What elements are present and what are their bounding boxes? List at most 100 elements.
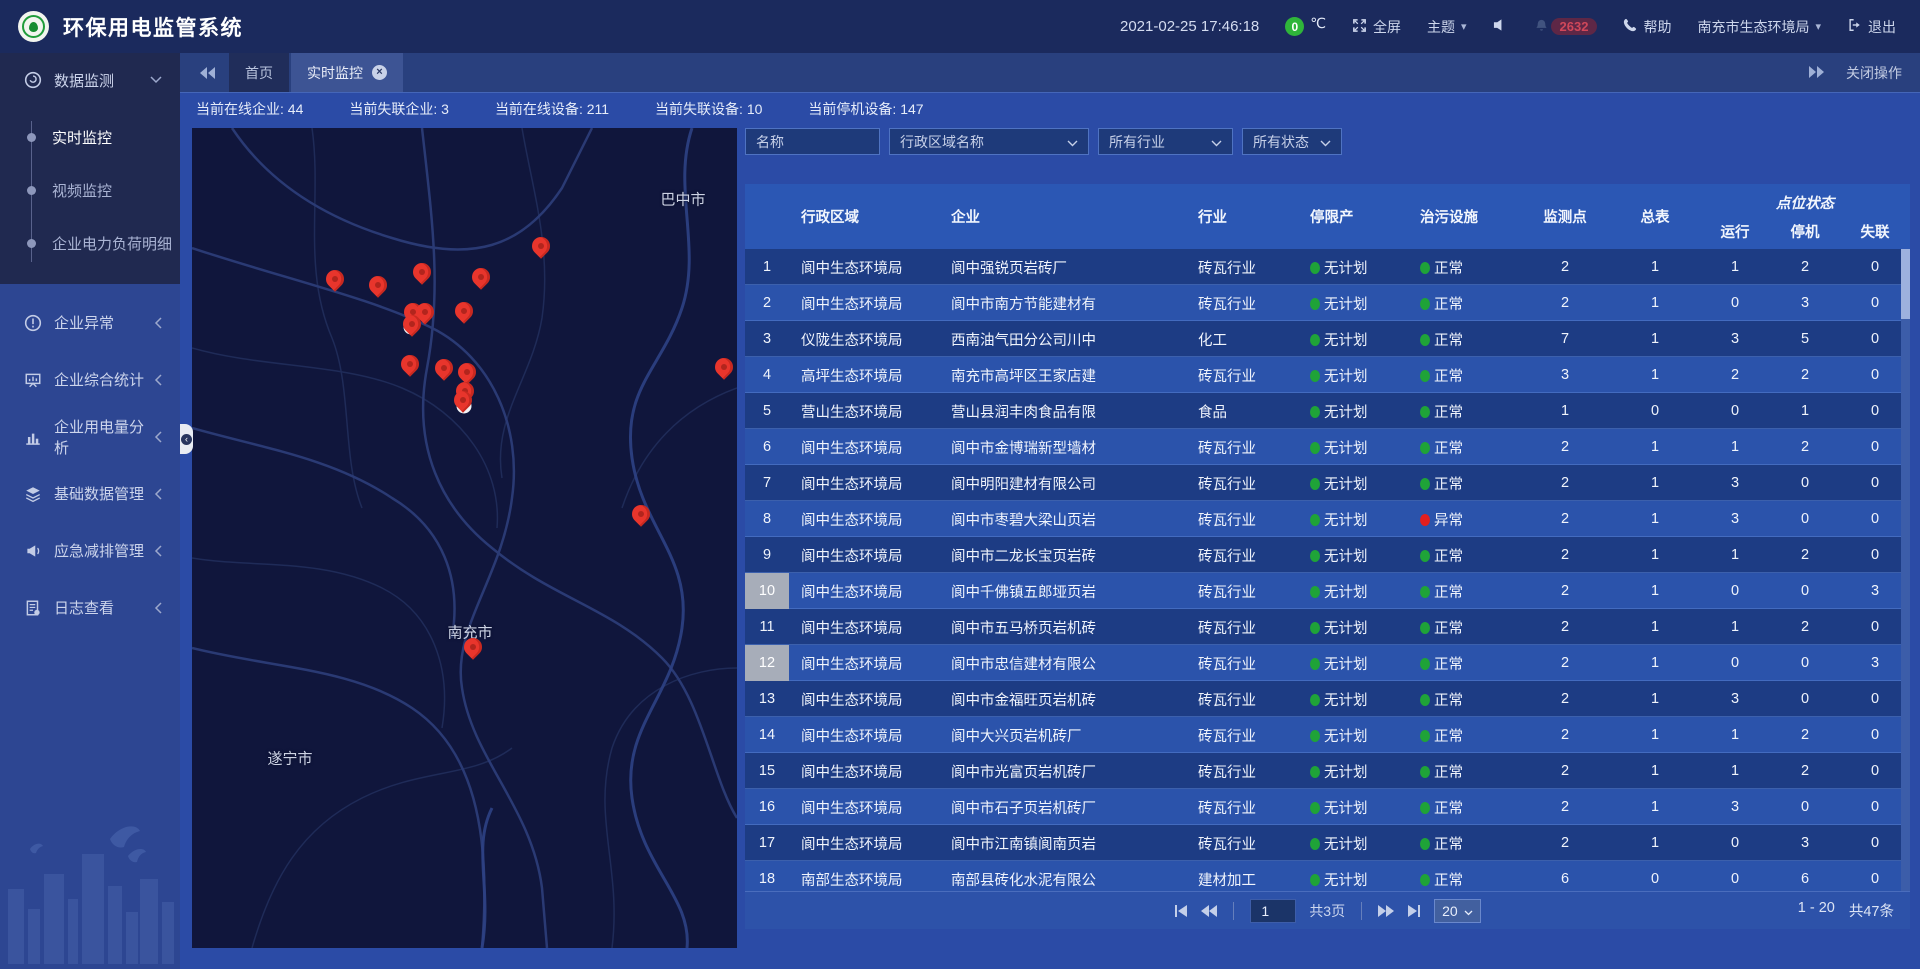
sidebar-item[interactable]: 企业用电量分析 [0,408,180,465]
table-row[interactable]: 17 阆中生态环境局 阆中市江南镇阆南页岩 砖瓦行业 无计划 正常 2 1 0 … [745,825,1910,861]
cell-meters: 1 [1610,583,1700,599]
table-row[interactable]: 18 南部生态环境局 南部县砖化水泥有限公 建材加工 无计划 正常 6 0 0 … [745,861,1910,891]
tab[interactable]: 首页 [229,53,289,92]
last-page-button[interactable] [1407,905,1421,917]
cell-company: 阆中明阳建材有限公司 [939,473,1186,494]
cell-region: 阆中生态环境局 [789,761,939,782]
tab-close-icon[interactable]: × [372,65,387,80]
cell-region: 阆中生态环境局 [789,509,939,530]
row-number: 16 [745,789,789,825]
sidebar-item[interactable]: 应急减排管理 [0,522,180,579]
sidebar-item[interactable]: 基础数据管理 [0,465,180,522]
status-dot-icon [1310,442,1320,454]
first-page-button[interactable] [1174,905,1188,917]
sidebar-item[interactable]: 企业异常 [0,294,180,351]
region-filter-select[interactable]: 行政区域名称 [889,128,1089,155]
column-header: 行政区域 [789,184,939,249]
cell-company: 西南油气田分公司川中 [939,329,1186,350]
table-row[interactable]: 11 阆中生态环境局 阆中市五马桥页岩机砖 砖瓦行业 无计划 正常 2 1 1 … [745,609,1910,645]
cell-points: 2 [1520,259,1610,275]
theme-dropdown[interactable]: 主题 ▾ [1427,17,1467,37]
cell-offline: 0 [1840,871,1910,887]
table-row[interactable]: 16 阆中生态环境局 阆中市石子页岩机砖厂 砖瓦行业 无计划 正常 2 1 3 … [745,789,1910,825]
row-number: 10 [745,573,789,609]
next-page-button[interactable] [1378,905,1394,917]
cell-industry: 砖瓦行业 [1186,725,1298,746]
table-row[interactable]: 1 阆中生态环境局 阆中强锐页岩砖厂 砖瓦行业 无计划 正常 2 1 1 2 0 [745,249,1910,285]
table-row[interactable]: 10 阆中生态环境局 阆中千佛镇五郎垭页岩 砖瓦行业 无计划 正常 2 1 0 … [745,573,1910,609]
cell-stopped: 3 [1770,295,1840,311]
chevron-down-icon [1067,134,1078,150]
stat-value: 44 [288,101,304,117]
cell-limit-status: 无计划 [1298,473,1408,494]
status-filter-select[interactable]: 所有状态 [1242,128,1342,155]
tabs-scroll-left-button[interactable] [192,67,223,79]
column-group-header: 点位状态 [1700,184,1910,214]
cell-stopped: 2 [1770,763,1840,779]
cell-limit-status: 无计划 [1298,509,1408,530]
cell-limit-status: 无计划 [1298,365,1408,386]
cell-stopped: 0 [1770,655,1840,671]
page-size-select[interactable]: 20 [1434,899,1481,923]
cell-offline: 0 [1840,835,1910,851]
cell-stopped: 0 [1770,583,1840,599]
cell-meters: 0 [1610,871,1700,887]
cell-limit-status: 无计划 [1298,869,1408,890]
stat-label: 当前停机设备 [808,101,892,117]
sidebar-subitem[interactable]: 实时监控 [0,111,180,164]
table-row[interactable]: 5 营山生态环境局 营山县润丰肉食品有限 食品 无计划 正常 1 0 0 1 0 [745,393,1910,429]
table-row[interactable]: 6 阆中生态环境局 阆中市金博瑞新型墙材 砖瓦行业 无计划 正常 2 1 1 2… [745,429,1910,465]
cell-industry: 建材加工 [1186,869,1298,890]
user-menu[interactable]: 南充市生态环境局 ▾ [1697,17,1821,37]
sidebar-item-label: 日志查看 [54,597,154,618]
table-row[interactable]: 15 阆中生态环境局 阆中市光富页岩机砖厂 砖瓦行业 无计划 正常 2 1 1 … [745,753,1910,789]
fullscreen-button[interactable]: 全屏 [1352,17,1401,37]
main-area: 首页实时监控× 关闭操作 当前在线企业: 44当前失联企业: 3当前在线设备: … [180,53,1920,969]
mute-button[interactable] [1493,18,1508,35]
logout-button[interactable]: 退出 [1847,17,1896,37]
sidebar-item[interactable]: 数据监测 [0,53,180,107]
notifications-button[interactable]: 2632 [1534,18,1598,36]
table-row[interactable]: 9 阆中生态环境局 阆中市二龙长宝页岩砖 砖瓦行业 无计划 正常 2 1 1 2… [745,537,1910,573]
table-scrollbar[interactable] [1901,249,1910,891]
table-row[interactable]: 7 阆中生态环境局 阆中明阳建材有限公司 砖瓦行业 无计划 正常 2 1 3 0… [745,465,1910,501]
table-row[interactable]: 13 阆中生态环境局 阆中市金福旺页岩机砖 砖瓦行业 无计划 正常 2 1 3 … [745,681,1910,717]
column-header: 失联 [1840,214,1910,249]
row-number: 13 [745,681,789,717]
table-row[interactable]: 14 阆中生态环境局 阆中大兴页岩机砖厂 砖瓦行业 无计划 正常 2 1 1 2… [745,717,1910,753]
page-number-input[interactable] [1250,899,1296,923]
map-panel[interactable]: 巴中市南充市遂宁市 [192,128,737,948]
cell-meters: 1 [1610,331,1700,347]
cell-facility-status: 正常 [1408,401,1520,422]
sidebar-collapse-handle[interactable]: ‹ [180,424,193,454]
table-row[interactable]: 2 阆中生态环境局 阆中市南方节能建材有 砖瓦行业 无计划 正常 2 1 0 3… [745,285,1910,321]
scrollbar-thumb[interactable] [1901,249,1910,319]
cell-facility-status: 正常 [1408,725,1520,746]
table-row[interactable]: 4 高坪生态环境局 南充市高坪区王家店建 砖瓦行业 无计划 正常 3 1 2 2… [745,357,1910,393]
name-filter-input[interactable] [745,128,880,155]
cell-offline: 0 [1840,475,1910,491]
sidebar-subitem[interactable]: 视频监控 [0,164,180,217]
cell-stopped: 2 [1770,439,1840,455]
cell-limit-status: 无计划 [1298,581,1408,602]
cell-company: 阆中强锐页岩砖厂 [939,257,1186,278]
sidebar-item[interactable]: 日志查看 [0,579,180,636]
close-operations-button[interactable]: 关闭操作 [1846,63,1902,83]
stat-item: 当前失联设备: 10 [655,99,762,119]
sidebar-item[interactable]: 企业综合统计 [0,351,180,408]
row-number: 2 [745,285,789,321]
help-button[interactable]: 帮助 [1623,17,1671,37]
status-dot-icon [1420,550,1430,562]
table-row[interactable]: 3 仪陇生态环境局 西南油气田分公司川中 化工 无计划 正常 7 1 3 5 0 [745,321,1910,357]
cell-stopped: 2 [1770,619,1840,635]
sidebar-subitem[interactable]: 企业电力负荷明细 [0,217,180,270]
prev-page-button[interactable] [1201,905,1217,917]
industry-filter-select[interactable]: 所有行业 [1098,128,1233,155]
cell-region: 高坪生态环境局 [789,365,939,386]
table-row[interactable]: 8 阆中生态环境局 阆中市枣碧大梁山页岩 砖瓦行业 无计划 异常 2 1 3 0… [745,501,1910,537]
table-row[interactable]: 12 阆中生态环境局 阆中市忠信建材有限公 砖瓦行业 无计划 正常 2 1 0 … [745,645,1910,681]
sidebar: 数据监测 实时监控 视频监控 企业电力负荷明细 企业异常 企业综合统计 企业用电… [0,53,180,969]
status-dot-icon [1420,298,1430,310]
tabs-scroll-right-button[interactable] [1809,65,1824,81]
tab[interactable]: 实时监控× [291,53,403,92]
